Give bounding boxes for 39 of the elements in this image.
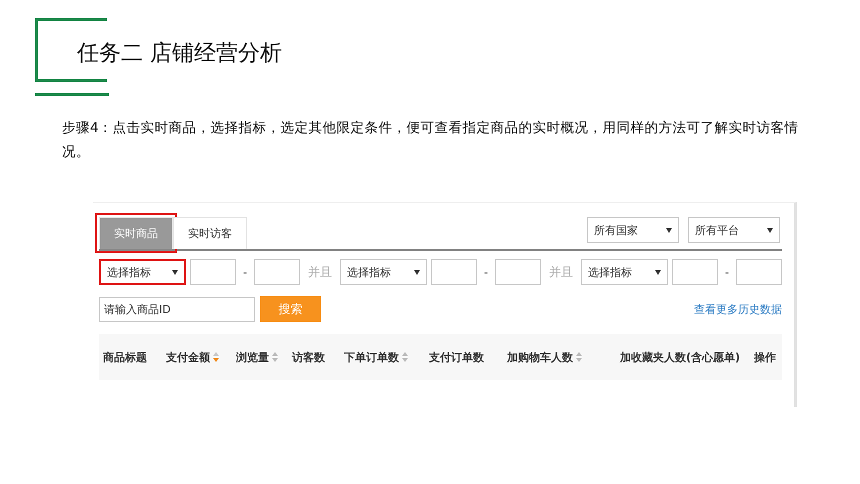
- column-header: 浏览量: [236, 350, 269, 364]
- column-header: 访客数: [292, 350, 325, 364]
- column-header: 支付订单数: [429, 350, 484, 364]
- range-dash: -: [484, 266, 488, 278]
- min-field[interactable]: [431, 259, 478, 285]
- history-data-link[interactable]: 查看更多历史数据: [694, 302, 782, 316]
- metric-dropdown[interactable]: 选择指标: [340, 259, 428, 285]
- joiner-label: 并且: [549, 264, 574, 280]
- max-field[interactable]: [495, 259, 542, 285]
- product-id-field[interactable]: 请输入商品ID: [99, 296, 255, 322]
- max-field[interactable]: [736, 259, 782, 285]
- column-header: 支付金额: [166, 350, 210, 364]
- dropdown[interactable]: 所有平台: [688, 217, 780, 243]
- range-dash: -: [243, 266, 248, 278]
- column-header: 商品标题: [103, 350, 147, 364]
- slide-title: 任务二 店铺经营分析: [77, 40, 282, 68]
- range-dash: -: [725, 266, 729, 278]
- sort-icon[interactable]: [213, 352, 219, 362]
- metric-dropdown[interactable]: 选择指标: [581, 259, 668, 285]
- column-header: 下单订单数: [344, 350, 399, 364]
- caret-icon: [767, 228, 773, 232]
- caret-icon: [666, 228, 672, 232]
- min-field[interactable]: [672, 259, 718, 285]
- sort-icon[interactable]: [402, 352, 408, 362]
- column-header: 加购物车人数: [507, 350, 573, 364]
- max-field[interactable]: [254, 259, 300, 285]
- joiner-label: 并且: [308, 264, 332, 280]
- min-field[interactable]: [190, 259, 236, 285]
- caret-icon: [172, 270, 178, 274]
- column-header: 加收藏夹人数(含心愿单): [620, 350, 740, 364]
- dropdown[interactable]: 所有国家: [587, 217, 679, 243]
- metric-dropdown[interactable]: 选择指标: [99, 259, 186, 285]
- sort-icon[interactable]: [576, 352, 582, 362]
- tab[interactable]: 实时访客: [173, 217, 247, 249]
- caret-icon: [655, 270, 661, 274]
- column-header: 操作: [754, 350, 776, 364]
- caret-icon: [414, 270, 420, 274]
- sort-icon[interactable]: [272, 352, 278, 362]
- step-text: 步骤4：点击实时商品，选择指标，选定其他限定条件，便可查看指定商品的实时概况，用同样的方法可了解实时访客情况。: [62, 119, 800, 162]
